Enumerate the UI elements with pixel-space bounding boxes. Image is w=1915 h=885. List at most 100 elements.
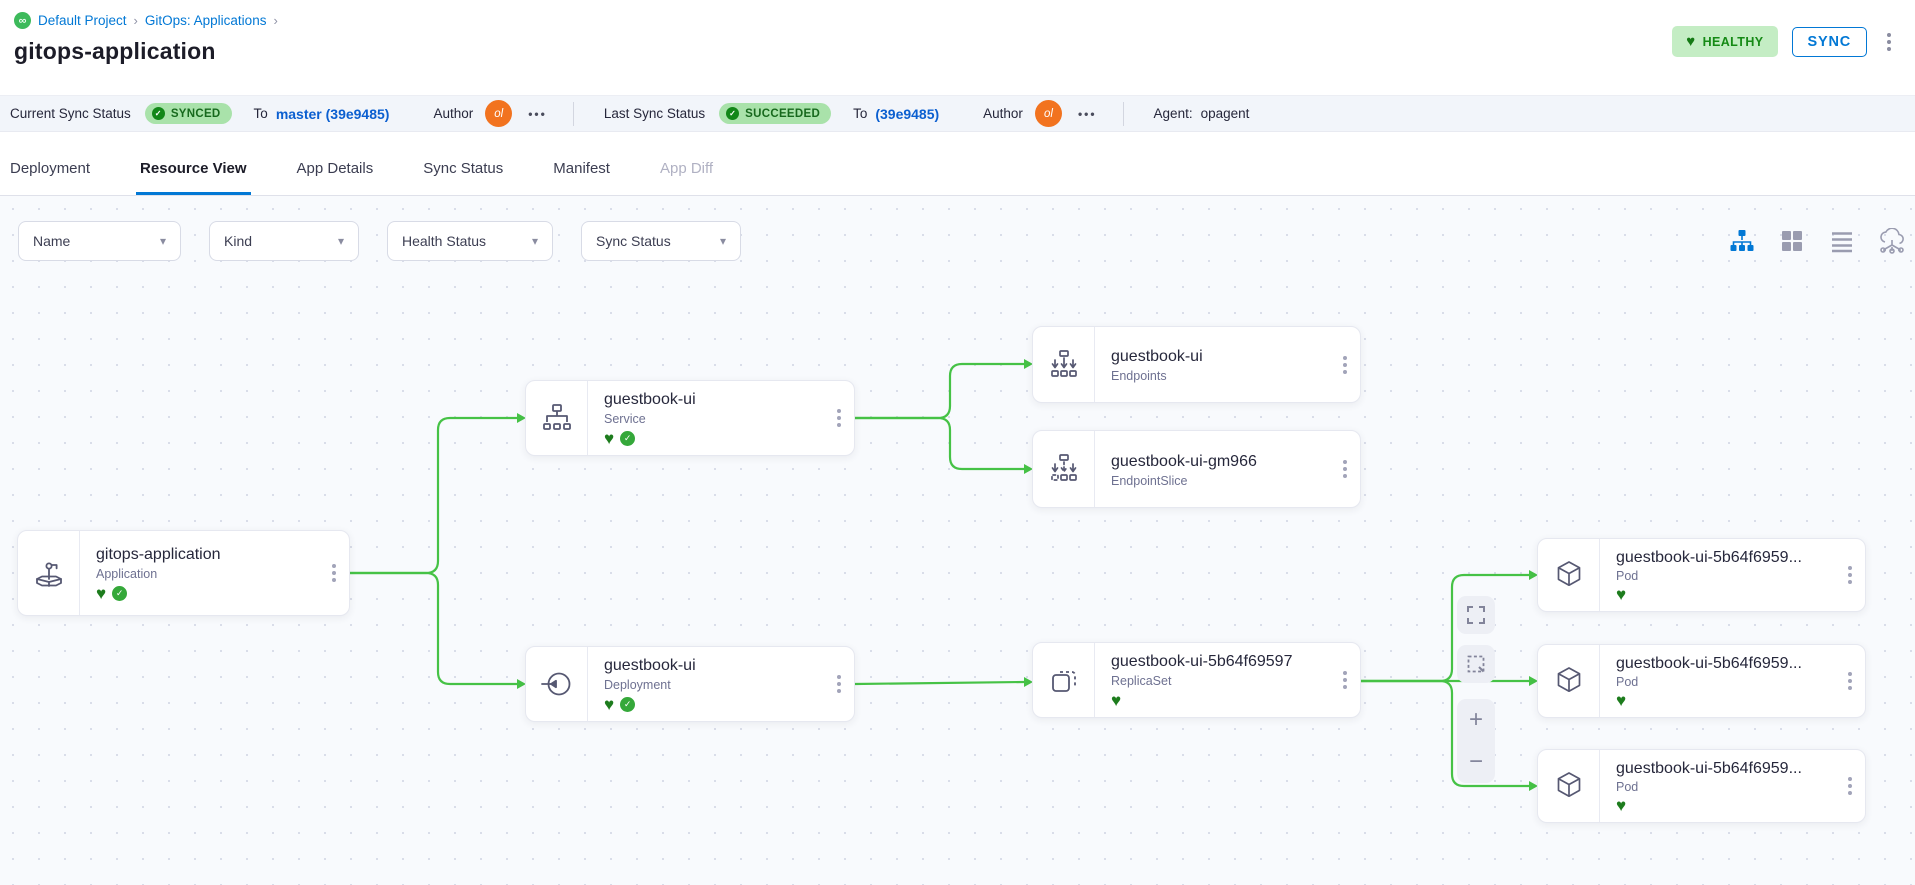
healthy-heart-icon: ♥ [96,586,106,601]
deployment-icon [526,647,588,721]
tab-app-details[interactable]: App Details [297,142,374,195]
current-sync-status-label: Current Sync Status [10,106,131,121]
endpoints-icon [1033,327,1095,402]
healthy-heart-icon: ♥ [1616,693,1626,708]
node-kind: Pod [1616,675,1829,689]
tab-app-diff[interactable]: App Diff [660,142,713,195]
grid-view-icon[interactable] [1777,226,1807,256]
author-avatar[interactable]: ol [485,100,512,127]
node-title: guestbook-ui-5b64f6959... [1616,760,1829,777]
tab-deployment[interactable]: Deployment [10,142,90,195]
check-icon: ✓ [152,107,165,120]
node-menu-button[interactable] [1330,327,1360,402]
sync-status-bar: Current Sync Status ✓ SYNCED To master (… [0,95,1915,132]
filter-name-dropdown[interactable]: Name▾ [18,221,181,261]
selection-mode-button[interactable] [1457,645,1495,683]
last-sync-status-label: Last Sync Status [604,106,705,121]
node-title: guestbook-ui-5b64f6959... [1616,549,1829,566]
node-title: guestbook-ui-5b64f69597 [1111,653,1324,671]
node-guestbook-ui-gm966-endpointslice[interactable]: guestbook-ui-gm966 EndpointSlice [1032,430,1361,508]
healthy-heart-icon: ♥ [604,431,614,446]
node-guestbook-ui-5b64f69597-replicaset[interactable]: guestbook-ui-5b64f69597 ReplicaSet ♥ [1032,642,1361,718]
service-icon [526,381,588,455]
breadcrumb: ∞ Default Project › GitOps: Applications… [14,12,1901,29]
succeeded-badge: ✓ SUCCEEDED [719,103,831,124]
healthy-heart-icon: ♥ [1616,798,1626,813]
node-kind: Pod [1616,780,1829,794]
healthy-heart-icon: ♥ [604,697,614,712]
zoom-out-button[interactable]: − [1457,741,1495,783]
filter-health-status-dropdown[interactable]: Health Status▾ [387,221,553,261]
author-label: Author [433,106,473,121]
tab-resource-view[interactable]: Resource View [140,142,246,195]
filter-bar: Name▾ Kind▾ Health Status▾ Sync Status▾ [18,221,741,261]
commit-message-more-button[interactable]: ••• [1078,107,1097,121]
node-pod-1[interactable]: guestbook-ui-5b64f6959... Pod ♥ [1537,538,1866,612]
node-title: guestbook-ui [1111,348,1324,366]
chevron-down-icon: ▾ [160,234,166,248]
node-kind: Application [96,567,313,581]
replicaset-icon [1033,643,1095,717]
current-commit-link[interactable]: master (39e9485) [276,106,390,122]
fullscreen-button[interactable] [1457,596,1495,634]
synced-check-icon: ✓ [620,431,635,446]
sync-button[interactable]: SYNC [1792,27,1868,57]
endpointslice-icon [1033,431,1095,507]
node-menu-button[interactable] [824,381,854,455]
node-kind: ReplicaSet [1111,674,1324,688]
node-menu-button[interactable] [824,647,854,721]
healthy-heart-icon: ♥ [1111,693,1121,708]
tab-manifest[interactable]: Manifest [553,142,610,195]
resource-graph-canvas[interactable]: Name▾ Kind▾ Health Status▾ Sync Status▾ [0,196,1915,885]
network-view-icon[interactable] [1877,226,1907,256]
node-menu-button[interactable] [1835,750,1865,822]
node-pod-3[interactable]: guestbook-ui-5b64f6959... Pod ♥ [1537,749,1866,823]
zoom-in-button[interactable]: + [1457,699,1495,741]
filter-sync-status-dropdown[interactable]: Sync Status▾ [581,221,741,261]
header-more-menu-button[interactable] [1881,29,1897,55]
node-menu-button[interactable] [319,531,349,615]
synced-badge: ✓ SYNCED [145,103,232,124]
synced-check-icon: ✓ [112,586,127,601]
node-menu-button[interactable] [1835,539,1865,611]
chevron-down-icon: ▾ [720,234,726,248]
breadcrumb-section-link[interactable]: GitOps: Applications [145,13,267,28]
healthy-heart-icon: ♥ [1616,587,1626,602]
node-menu-button[interactable] [1330,431,1360,507]
application-icon [18,531,80,615]
health-status-badge: ♥ HEALTHY [1672,26,1777,57]
node-guestbook-ui-service[interactable]: guestbook-ui Service ♥ ✓ [525,380,855,456]
node-title: guestbook-ui-5b64f6959... [1616,655,1829,672]
page-title: gitops-application [14,38,1901,65]
check-icon: ✓ [726,107,739,120]
node-menu-button[interactable] [1330,643,1360,717]
gitops-logo-icon: ∞ [14,12,31,29]
node-guestbook-ui-deployment[interactable]: guestbook-ui Deployment ♥ ✓ [525,646,855,722]
node-menu-button[interactable] [1835,645,1865,717]
last-commit-link[interactable]: (39e9485) [875,106,939,122]
node-title: guestbook-ui [604,391,818,409]
synced-check-icon: ✓ [620,697,635,712]
breadcrumb-project-link[interactable]: Default Project [38,13,127,28]
list-view-icon[interactable] [1827,226,1857,256]
tree-view-icon[interactable] [1727,226,1757,256]
node-guestbook-ui-endpoints[interactable]: guestbook-ui Endpoints [1032,326,1361,403]
pod-icon [1538,539,1600,611]
node-gitops-application[interactable]: gitops-application Application ♥ ✓ [17,530,350,616]
breadcrumb-separator: › [134,13,138,28]
author-avatar[interactable]: ol [1035,100,1062,127]
zoom-control-group: + − [1457,699,1495,783]
tab-sync-status[interactable]: Sync Status [423,142,503,195]
node-kind: Endpoints [1111,369,1324,383]
to-label: To [254,106,268,121]
node-pod-2[interactable]: guestbook-ui-5b64f6959... Pod ♥ [1537,644,1866,718]
filter-kind-dropdown[interactable]: Kind▾ [209,221,359,261]
page-header: ∞ Default Project › GitOps: Applications… [0,0,1915,95]
app-tabs: Deployment Resource View App Details Syn… [0,132,1915,196]
commit-message-more-button[interactable]: ••• [528,107,547,121]
chevron-down-icon: ▾ [338,234,344,248]
node-kind: Service [604,412,818,426]
node-kind: EndpointSlice [1111,474,1324,488]
divider [1123,102,1124,126]
node-title: gitops-application [96,546,313,564]
